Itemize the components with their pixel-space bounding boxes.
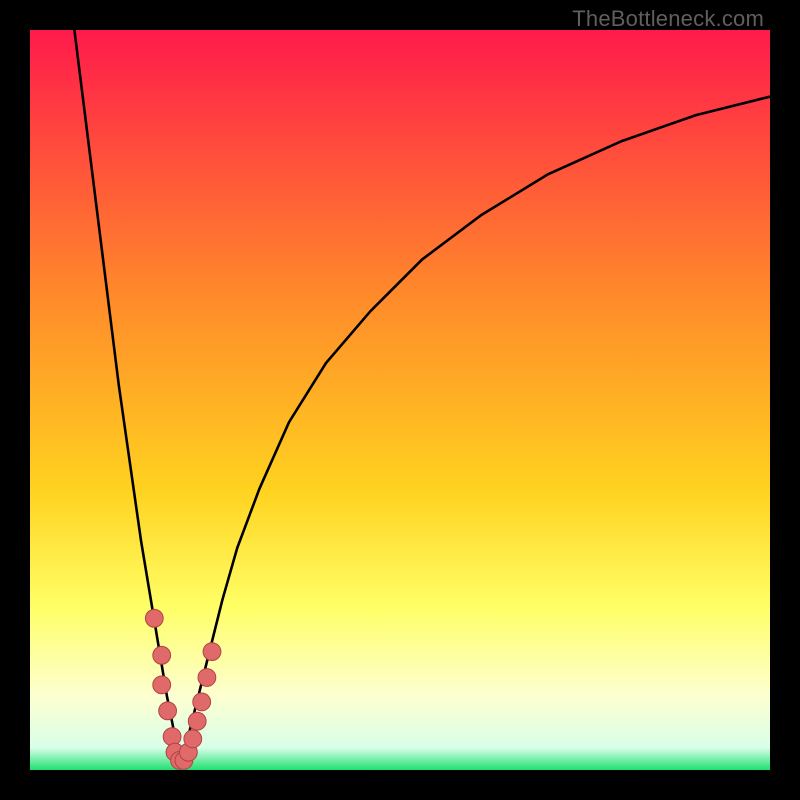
data-marker: [163, 728, 181, 746]
plot-area: [30, 30, 770, 770]
data-marker: [203, 643, 221, 661]
data-marker: [184, 730, 202, 748]
data-marker: [159, 702, 177, 720]
chart-svg: [30, 30, 770, 770]
data-marker: [198, 669, 216, 687]
gradient-background: [30, 30, 770, 770]
outer-frame: TheBottleneck.com: [0, 0, 800, 800]
data-marker: [145, 609, 163, 627]
data-marker: [153, 646, 171, 664]
data-marker: [153, 676, 171, 694]
watermark-text: TheBottleneck.com: [572, 6, 764, 32]
data-marker: [188, 712, 206, 730]
data-marker: [193, 693, 211, 711]
